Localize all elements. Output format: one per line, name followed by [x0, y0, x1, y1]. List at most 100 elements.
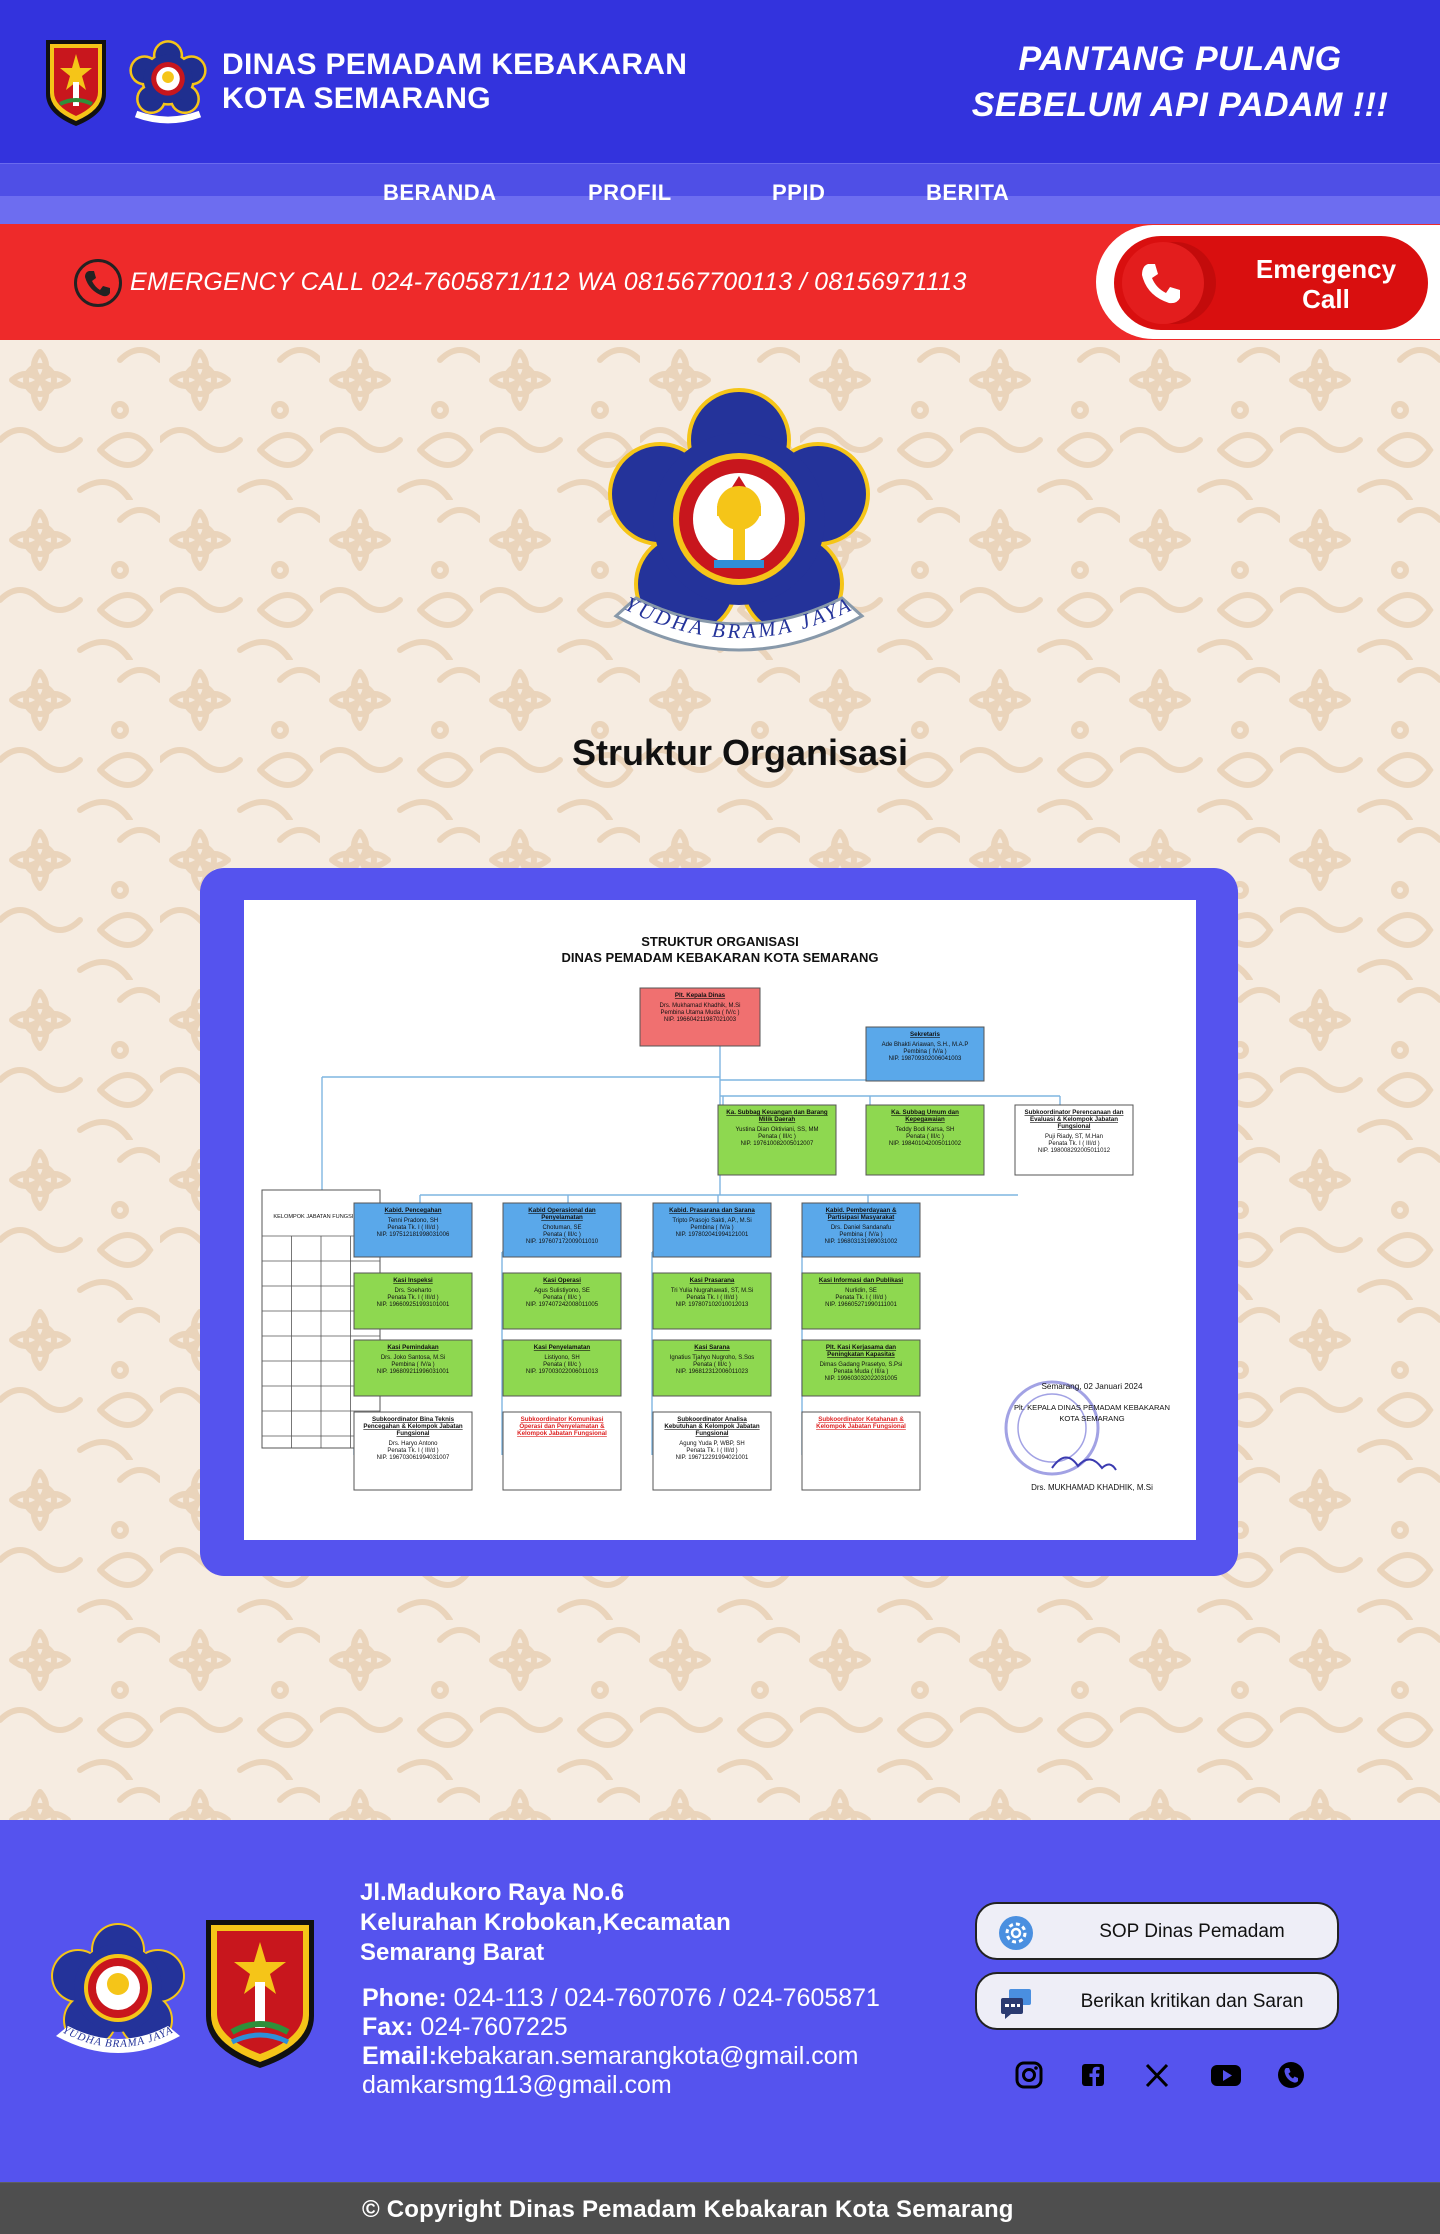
chart-kasi-a-1-nip: NIP. 196609251993101001	[377, 1302, 450, 1308]
chart-kasi-a-4-name: Nurlidin, SE	[845, 1288, 877, 1294]
kota-semarang-logo[interactable]	[42, 38, 110, 128]
nav-item-profil[interactable]: PROFIL	[588, 180, 672, 206]
chart-kasi-b-3-rank: Penata ( III/c )	[693, 1362, 731, 1368]
damkar-logo-small[interactable]	[126, 36, 210, 130]
emergency-button-line1[interactable]: Emergency	[1240, 254, 1412, 284]
org-name: DINAS PEMADAM KEBAKARAN KOTA SEMARANG	[222, 48, 687, 116]
phone-label: Phone:	[362, 1984, 447, 2012]
chart-kasi-b-4-role: Plt. Kasi Kerjasama dan	[826, 1344, 896, 1351]
emergency-call-text: EMERGENCY CALL 024-7605871/112 WA 081567…	[130, 268, 967, 296]
tagline-line1: PANTANG PULANG	[1018, 40, 1342, 78]
chart-subkoor-1-role: Pencegahan & Kelompok Jabatan	[363, 1423, 463, 1430]
facebook-icon[interactable]	[1076, 2058, 1110, 2092]
org-name-line2: KOTA SEMARANG	[222, 82, 491, 115]
chart-subkoor-2-role: Kelompok Jabatan Fungsional	[517, 1430, 607, 1437]
chart-subbag-3-nip: NIP. 198008292005011012	[1038, 1148, 1111, 1154]
x-icon[interactable]	[1140, 2058, 1174, 2092]
chart-kabid-1-rank: Penata Tk. I ( III/d )	[387, 1225, 438, 1231]
chart-sekretaris-nip: NIP. 198709302006041003	[889, 1056, 962, 1062]
chart-kepala-rank: Pembina Utama Muda ( IV/c )	[660, 1010, 739, 1016]
chart-subbag-2-role: Kepegawaian	[905, 1116, 945, 1123]
nav-item-beranda[interactable]: BERANDA	[383, 180, 497, 206]
nav-lower-band	[0, 196, 1440, 224]
chart-subbag-1-role: Milik Daerah	[759, 1116, 796, 1123]
emergency-button-label[interactable]: Emergency Call	[1240, 254, 1412, 314]
chart-subbag-3-role: Evaluasi & Kelompok Jabatan	[1030, 1116, 1118, 1123]
chart-title-2: DINAS PEMADAM KEBAKARAN KOTA SEMARANG	[561, 950, 878, 965]
address-line1: Jl.Madukoro Raya No.6	[360, 1879, 625, 1906]
chart-kabid-1-role: Kabid. Pencegahan	[384, 1207, 441, 1214]
chart-sekretaris-role: Sekretaris	[910, 1031, 940, 1038]
phone-icon[interactable]	[1274, 2058, 1308, 2092]
chart-subkoor-2-role: Subkoordinator Komunikasi	[521, 1416, 604, 1423]
gear-icon	[999, 1916, 1033, 1950]
instagram-icon[interactable]	[1012, 2058, 1046, 2092]
chart-kasi-a-3-role: Kasi Prasarana	[690, 1277, 735, 1284]
chart-kabid-4-nip: NIP. 196803131989031002	[825, 1239, 898, 1245]
chart-subbag-3-rank: Penata Tk. I ( III/d )	[1048, 1141, 1099, 1147]
email-value-2[interactable]: damkarsmg113@gmail.com	[362, 2071, 880, 2100]
chart-subbag-3-name: Puji Riady, ST, M.Han	[1045, 1134, 1103, 1140]
chart-kabid-4-name: Drs. Daniel Sandanafu	[831, 1225, 891, 1231]
email-label: Email:	[362, 2042, 438, 2070]
chart-subbag-2-name: Teddy Bodi Karsa, SH	[896, 1127, 955, 1133]
chart-subbag-3-role: Subkoordinator Perencanaan dan	[1024, 1109, 1123, 1116]
chart-kabid-2-rank: Penata ( III/c )	[543, 1232, 581, 1238]
copyright-text: © Copyright Dinas Pemadam Kebakaran Kota…	[362, 2196, 1014, 2223]
chart-kabid-4-role: Partisipasi Masyarakat	[828, 1214, 895, 1221]
sop-button[interactable]: SOP Dinas Pemadam	[975, 1902, 1339, 1960]
chart-subbag-2-rank: Penata ( III/c )	[906, 1134, 944, 1140]
chart-kasi-b-3-name: Ignatius Tjahyo Nugroho, S.Sos	[670, 1355, 755, 1361]
nav-item-berita[interactable]: BERITA	[926, 180, 1009, 206]
chart-kasi-b-2-name: Listiyono, SH	[544, 1355, 579, 1361]
org-chart-image[interactable]: STRUKTUR ORGANISASI DINAS PEMADAM KEBAKAR…	[244, 900, 1196, 1540]
chart-kasi-a-1-name: Drs. Soeharto	[394, 1288, 432, 1294]
footer-address: Jl.Madukoro Raya No.6 Kelurahan Krobokan…	[360, 1878, 731, 1968]
email-row: Email:kebakaran.semarangkota@gmail.com	[362, 2042, 880, 2071]
footer-contact: Phone: 024-113 / 024-7607076 / 024-76058…	[362, 1984, 880, 2100]
chart-kasi-b-3-nip: NIP. 196812312006011023	[676, 1369, 749, 1375]
tagline: PANTANG PULANG SEBELUM API PADAM !!!	[960, 36, 1400, 128]
fax-value: 024-7607225	[413, 2013, 568, 2041]
chart-sekretaris-name: Ade Bhakti Ariawan, S.H., M.A.P	[882, 1042, 969, 1048]
address-line3: Semarang Barat	[360, 1939, 545, 1966]
chart-subkoor-3-role: Fungsional	[696, 1430, 729, 1437]
phone-value[interactable]: 024-113 / 024-7607076 / 024-7605871	[447, 1984, 880, 2012]
chart-sign-date: Semarang, 02 Januari 2024	[1041, 1382, 1142, 1391]
email-value-1[interactable]: kebakaran.semarangkota@gmail.com	[437, 2042, 858, 2070]
chart-subkoor-3-name: Agung Yuda P, WBP, SH	[679, 1441, 744, 1447]
chart-subkoor-2-role: Operasi dan Penyelamatan &	[519, 1423, 605, 1430]
chart-kepala-role: Plt. Kepala Dinas	[675, 992, 726, 999]
chart-kasi-b-4-nip: NIP. 199603032022031005	[825, 1376, 898, 1382]
page-title: Struktur Organisasi	[571, 732, 909, 773]
chart-subbag-3-role: Fungsional	[1058, 1123, 1091, 1130]
chart-kasi-a-3-nip: NIP. 197807102010012013	[676, 1302, 749, 1308]
chart-kasi-a-1-rank: Penata Tk. I ( III/d )	[387, 1295, 438, 1301]
chart-sign-line1: Plt. KEPALA DINAS PEMADAM KEBAKARAN	[1014, 1403, 1170, 1412]
chart-kabid-2-role: Penyelamatan	[541, 1214, 583, 1221]
chart-kasi-b-1-name: Drs. Joko Santosa, M.Si	[381, 1355, 445, 1361]
kota-semarang-logo-footer	[206, 1920, 314, 2068]
chart-subkoor-3-rank: Penata Tk. I ( III/d )	[686, 1448, 737, 1454]
chart-kasi-a-4-rank: Penata Tk. I ( III/d )	[835, 1295, 886, 1301]
chart-subbag-1-role: Ka. Subbag Keuangan dan Barang	[726, 1109, 828, 1116]
chart-kasi-b-4-rank: Penata Muda ( III/a )	[834, 1369, 889, 1375]
chart-kasi-b-2-nip: NIP. 197003022006011013	[526, 1369, 599, 1375]
feedback-button[interactable]: Berikan kritikan dan Saran	[975, 1972, 1339, 2030]
phone-icon[interactable]	[1122, 242, 1204, 324]
emergency-button-line2[interactable]: Call	[1240, 284, 1412, 314]
chart-kasi-b-2-rank: Penata ( III/c )	[543, 1362, 581, 1368]
chart-subkoor-1-nip: NIP. 196703061994031007	[377, 1455, 450, 1461]
damkar-logo-large: YUDHA BRAMA JAYA	[608, 388, 870, 652]
chart-kepala-name: Drs. Mukhamad Khadhik, M.Si	[659, 1003, 740, 1009]
sop-button-label[interactable]: SOP Dinas Pemadam	[1057, 1921, 1327, 1943]
chart-subbag-1-rank: Penata ( III/c )	[758, 1134, 796, 1140]
feedback-button-label[interactable]: Berikan kritikan dan Saran	[1057, 1991, 1327, 2013]
chart-subkoor-1-name: Drs. Haryo Antono	[388, 1441, 438, 1447]
chart-subkoor-1-role: Subkoordinator Bina Teknis	[372, 1416, 455, 1423]
nav-item-ppid[interactable]: PPID	[772, 180, 825, 206]
youtube-icon[interactable]	[1209, 2058, 1243, 2092]
chart-kabid-4-role: Kabid. Pemberdayaan &	[826, 1207, 897, 1214]
chart-kasi-b-4-name: Dimas Gadang Prasetyo, S.Psi	[820, 1362, 903, 1368]
address-line2: Kelurahan Krobokan,Kecamatan	[360, 1909, 731, 1936]
